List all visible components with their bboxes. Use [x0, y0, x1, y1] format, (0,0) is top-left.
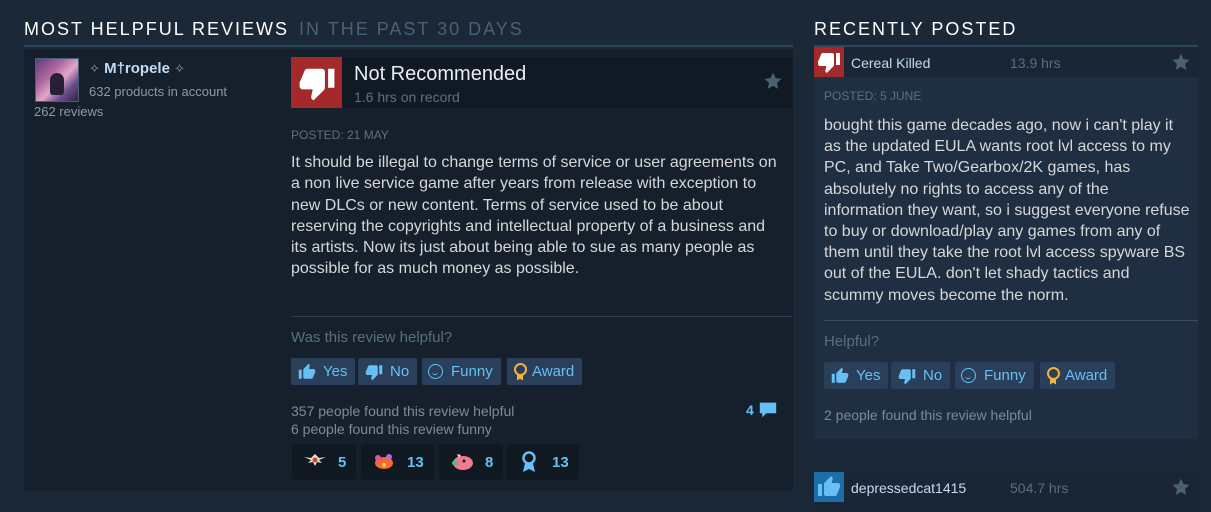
funny-label: Funny	[451, 363, 493, 380]
pig-award-icon	[449, 451, 475, 473]
recent-review-divider	[824, 320, 1198, 321]
award-button[interactable]: Award	[1040, 362, 1116, 389]
comment-count: 4	[746, 402, 754, 418]
recent-review-card: depressedcat1415 504.7 hrs	[814, 472, 1198, 512]
award-count: 8	[485, 453, 494, 471]
funny-label: Funny	[984, 367, 1026, 384]
recently-posted-title: Recently Posted	[814, 19, 1018, 39]
award-count: 13	[552, 453, 569, 471]
no-button[interactable]: No	[358, 358, 418, 385]
recent-review-hours: 13.9 hrs	[1010, 55, 1061, 71]
comments-link[interactable]: 4	[746, 401, 778, 419]
products-in-account[interactable]: 632 products in account	[89, 84, 227, 99]
recent-review-header[interactable]: depressedcat1415 504.7 hrs	[814, 472, 1198, 502]
thumbs-up-icon	[298, 363, 316, 379]
yes-label: Yes	[323, 363, 348, 380]
winged-award-icon	[302, 451, 328, 473]
ribbon-award-icon	[516, 451, 542, 473]
recently-posted-header: Recently Posted	[814, 19, 1017, 40]
review-divider	[291, 316, 792, 317]
funny-button[interactable]: Funny	[422, 358, 501, 385]
award-medal-icon	[1046, 366, 1060, 385]
no-label: No	[390, 363, 410, 380]
helpful-review-card: ✧ M†ropele ✧ 632 products in account 262…	[24, 49, 793, 491]
review-author[interactable]: ✧ M†ropele ✧	[89, 60, 185, 77]
thumbs-down-icon	[814, 47, 844, 77]
recent-review-header[interactable]: Cereal Killed 13.9 hrs	[814, 47, 1198, 77]
yes-button[interactable]: Yes	[291, 358, 356, 385]
author-deco-right: ✧	[174, 61, 186, 76]
author-name[interactable]: M†ropele	[104, 60, 170, 77]
thumbs-down-icon	[898, 368, 916, 384]
recent-review-body: bought this game decades ago, now i can'…	[824, 117, 1190, 304]
award-label: Award	[532, 363, 575, 380]
comment-bubble-icon	[759, 402, 776, 418]
award-count: 13	[407, 453, 424, 471]
found-funny-text: 6 people found this review funny	[291, 421, 492, 437]
review-verdict[interactable]: Not Recommended	[354, 63, 526, 86]
no-button[interactable]: No	[891, 362, 951, 389]
funny-button[interactable]: Funny	[955, 362, 1034, 389]
helpful-question: Was this review helpful?	[291, 329, 453, 346]
review-posted-date: Posted: 21 May	[291, 128, 389, 142]
award-count: 5	[338, 453, 347, 471]
award-button[interactable]: Award	[507, 358, 583, 385]
yes-button[interactable]: Yes	[824, 362, 889, 389]
yes-label: Yes	[856, 367, 881, 384]
review-header[interactable]: Not Recommended 1.6 hrs on record	[291, 57, 792, 108]
recent-review-card: Cereal Killed 13.9 hrs Posted: 5 June bo…	[814, 47, 1198, 439]
star-icon[interactable]	[1170, 51, 1192, 73]
most-helpful-header: Most Helpful Reviews In the past 30 days	[24, 19, 524, 40]
most-helpful-title: Most Helpful Reviews	[24, 19, 290, 39]
thumbs-up-icon	[831, 367, 849, 383]
star-icon[interactable]	[762, 70, 784, 92]
thumbs-down-icon	[365, 364, 383, 380]
hours-on-record: 1.6 hrs on record	[354, 89, 460, 105]
avatar[interactable]	[35, 58, 79, 102]
recent-review-posted-date: Posted: 5 June	[824, 89, 922, 103]
award-chip-pig[interactable]: 8	[439, 444, 504, 480]
recent-found-helpful-text: 2 people found this review helpful	[824, 407, 1032, 423]
no-label: No	[923, 367, 943, 384]
reviews-count[interactable]: 262 reviews	[34, 104, 103, 119]
smiley-icon	[428, 364, 443, 379]
thumbs-down-icon	[291, 57, 342, 108]
award-chip-winged[interactable]: 5	[292, 444, 357, 480]
most-helpful-subtitle: In the past 30 days	[299, 19, 524, 39]
candy-award-icon	[371, 451, 397, 473]
recent-review-author[interactable]: depressedcat1415	[851, 480, 966, 496]
star-icon[interactable]	[1170, 476, 1192, 498]
most-helpful-rule	[24, 45, 793, 47]
award-chip-ribbon[interactable]: 13	[506, 444, 579, 480]
award-medal-icon	[513, 362, 527, 381]
recent-review-hours: 504.7 hrs	[1010, 480, 1069, 496]
review-body: It should be illegal to change terms of …	[291, 154, 777, 278]
thumbs-up-icon	[814, 472, 844, 502]
author-deco-left: ✧	[89, 61, 100, 76]
recent-review-author[interactable]: Cereal Killed	[851, 55, 930, 71]
smiley-icon	[961, 368, 976, 383]
recent-helpful-question: Helpful?	[824, 333, 880, 350]
found-helpful-text: 357 people found this review helpful	[291, 403, 515, 419]
award-label: Award	[1065, 367, 1108, 384]
award-chip-candy[interactable]: 13	[361, 444, 434, 480]
